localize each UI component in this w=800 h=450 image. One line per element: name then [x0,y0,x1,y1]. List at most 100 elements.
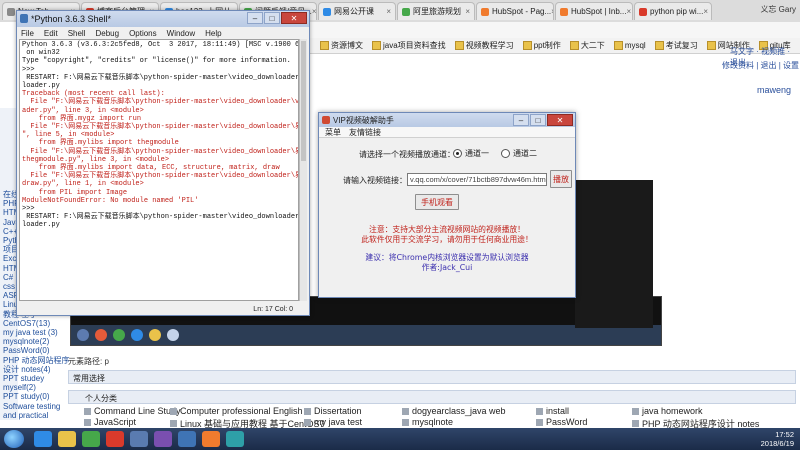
idle-menu-item[interactable]: File [21,29,34,38]
console-line: loader.py [22,221,60,230]
vip-menu-main[interactable]: 菜单 [325,127,341,138]
console-line: ModuleNotFoundError: No module named 'PI… [22,196,199,205]
category-link[interactable]: PHP 动态网站程序 [3,356,70,365]
app-icon-2[interactable] [106,431,124,447]
category-checkbox-item[interactable]: Dissertation [304,406,362,416]
checkbox-icon [402,407,409,415]
category-checkbox-item[interactable]: dogyearclass_java web [402,406,506,416]
idle-status: Ln: 17 Col: 0 [253,306,293,313]
category-checkbox-item[interactable]: java homework [632,406,703,416]
category-checkbox-item[interactable]: install [536,406,569,416]
console-line: thegmodule.py", line 3, in <module> [22,155,170,164]
start-button[interactable] [4,430,24,448]
category-label: dogyearclass_java web [412,406,506,416]
category-label: java homework [642,406,703,416]
page-username[interactable]: maweng [757,85,791,95]
idle-scroll-thumb[interactable] [301,41,306,161]
app-icon-1[interactable] [82,431,100,447]
category-link[interactable]: 设计 notes(4) [3,365,69,374]
checkbox-icon [304,418,311,426]
channel2-label: 通道二 [513,149,537,158]
browser-tab[interactable]: HubSpot - Pag...× [476,2,554,20]
category-link[interactable]: CentOS7(13) [3,319,69,328]
idle-menu-item[interactable]: Window [167,29,195,38]
channel1-radio[interactable]: 通道一 [453,148,489,159]
bookmark-item[interactable]: 大二下 [569,40,605,51]
tab-close-icon[interactable]: × [386,7,391,16]
category-label: Computer professional English [180,406,303,416]
category-link[interactable]: myself(2) [3,383,69,392]
console-line: on win32 [22,49,60,58]
app-icon-5[interactable] [202,431,220,447]
tab-label: HubSpot | Inb... [571,7,627,16]
tab-close-icon[interactable]: × [626,7,631,16]
category-link[interactable]: PPT studey [3,374,69,383]
ie-icon[interactable] [34,431,52,447]
tab-close-icon[interactable]: × [703,7,708,16]
category-link[interactable]: PPT study(0) [3,392,69,401]
minimize-button[interactable]: – [247,12,263,24]
explorer-icon[interactable] [58,431,76,447]
bookmark-item[interactable]: ppt制作 [522,40,561,51]
app-icon-3[interactable] [130,431,148,447]
idle-console[interactable]: Python 3.6.3 (v3.6.3:2c5fed8, Oct 3 2017… [19,39,299,301]
idle-titlebar[interactable]: *Python 3.6.3 Shell* – □ ✕ [17,11,309,27]
vip-titlebar[interactable]: VIP视频破解助手 – □ ✕ [319,113,575,127]
vip-minimize-button[interactable]: – [513,114,529,126]
tab-close-icon[interactable]: × [465,7,470,16]
browser-tab[interactable]: 阿里旅游规划 × [397,2,475,20]
console-line: Type "copyright", "credits" or "license(… [22,57,291,66]
idle-menu-item[interactable]: Edit [44,29,58,38]
category-checkbox-item[interactable]: JavaScript [84,417,136,427]
tab-label: python pip wi... [650,7,704,16]
idle-menu-item[interactable]: Debug [95,29,119,38]
category-link[interactable]: and practical [3,411,69,420]
idle-menu-item[interactable]: Options [129,29,157,38]
category-checkbox-item[interactable]: my java test [304,417,362,427]
bookmark-item[interactable]: 考试复习 [654,40,698,51]
checkbox-icon [402,418,409,426]
bookmark-item[interactable]: java项目资料查找 [372,40,446,51]
python-taskbar-icon[interactable] [178,431,196,447]
bookmark-item[interactable]: 视频教程学习 [454,40,514,51]
browser-tab[interactable]: 网易公开课 × [318,2,396,20]
page-account-links[interactable]: 修改资料 | 退出 | 设置 [722,60,799,71]
channel1-label: 通道一 [465,149,489,158]
category-link[interactable]: mysqlnote(2) [3,337,69,346]
vip-close-button[interactable]: ✕ [547,114,573,126]
tab-label: HubSpot - Pag... [492,7,552,16]
channel2-radio[interactable]: 通道二 [501,148,537,159]
folder-icon [569,41,579,50]
tab-close-icon[interactable]: × [312,7,316,16]
vip-menu-links[interactable]: 友情链接 [349,127,381,138]
app-icon-6[interactable] [226,431,244,447]
category-checkbox-item[interactable]: PassWord [536,417,587,427]
category-checkbox-item[interactable]: mysqlnote [402,417,453,427]
bookmark-label: 资源博文 [331,41,363,50]
browser-tab[interactable]: python pip wi... × [634,2,712,20]
url-input[interactable]: v.qq.com/x/cover/71bctb897dvw46m.html [407,173,547,186]
idle-scrollbar[interactable] [299,39,307,301]
category-checkbox-item[interactable]: Computer professional English [170,406,303,416]
category-link[interactable]: PassWord(0) [3,346,69,355]
checkbox-icon [632,407,639,415]
tab-close-icon[interactable]: × [551,7,553,16]
play-button[interactable]: 播放 [550,170,572,188]
idle-menu-item[interactable]: Help [205,29,221,38]
system-clock[interactable]: 17:52 2018/6/19 [761,430,794,448]
category-label: JavaScript [94,417,137,427]
vip-maximize-button[interactable]: □ [530,114,546,126]
idle-menu-item[interactable]: Shell [68,29,86,38]
mobile-watch-button[interactable]: 手机观看 [415,194,459,210]
browser-user-label[interactable]: 义忘 Gary [760,4,796,15]
close-button[interactable]: ✕ [281,12,307,24]
address-bar[interactable] [310,22,800,39]
bookmark-item[interactable]: 资源博文 [320,40,363,51]
bookmark-item[interactable]: mysql [613,41,646,50]
browser-tab[interactable]: HubSpot | Inb... × [555,2,633,20]
category-checkbox-item[interactable]: Command Line Study [84,406,181,416]
category-link[interactable]: my java test (3) [3,328,69,337]
app-icon-4[interactable] [154,431,172,447]
category-link[interactable]: Software testing [3,402,69,411]
maximize-button[interactable]: □ [264,12,280,24]
